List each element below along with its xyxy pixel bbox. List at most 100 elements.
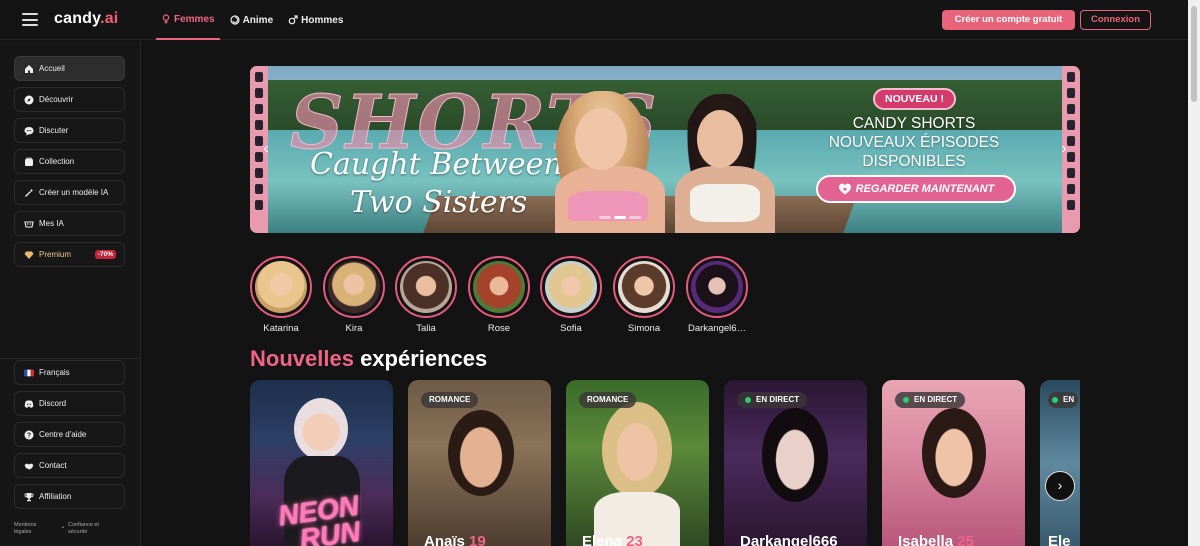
watch-now-button[interactable]: REGARDER MAINTENANT <box>816 175 1016 203</box>
banner-script-title: Caught Between Two Sisters <box>310 146 563 222</box>
sidebar: Accueil Découvrir Discuter Collection Cr… <box>0 41 141 546</box>
experience-card-isabella[interactable]: EN DIRECT Isabella 25 <box>882 380 1025 546</box>
sidebar-item-label: Créer un modèle IA <box>39 188 109 197</box>
card-portrait <box>602 402 672 498</box>
avatar <box>473 261 525 313</box>
card-name: Elena 23 <box>582 533 643 546</box>
sidebar-item-discuter[interactable]: Discuter <box>14 118 125 143</box>
story-rose[interactable]: Rose <box>468 256 530 334</box>
watch-now-label: REGARDER MAINTENANT <box>855 183 995 195</box>
signup-button[interactable]: Créer un compte gratuit <box>942 10 1075 30</box>
banner-prev-arrow[interactable]: ‹ <box>259 141 273 157</box>
pagination-dot[interactable] <box>599 216 611 219</box>
heart-lock-icon <box>838 183 851 195</box>
sidebar-item-premium[interactable]: Premium -70% <box>14 242 125 267</box>
carousel-next-button[interactable]: › <box>1045 471 1075 501</box>
trust-safety-link[interactable]: Confiance et sécurité <box>68 522 112 536</box>
language-select[interactable]: Français <box>14 360 125 385</box>
handshake-icon <box>24 461 34 471</box>
logo-accent: .ai <box>100 10 119 27</box>
sidebar-item-creer[interactable]: Créer un modèle IA <box>14 180 125 205</box>
scrollbar-thumb[interactable] <box>1191 6 1197 102</box>
sidebar-item-label: Mes IA <box>39 219 64 228</box>
help-icon: ? <box>24 430 34 440</box>
story-darkangel[interactable]: Darkangel6… <box>686 256 748 334</box>
live-dot-icon <box>903 397 909 403</box>
card-name: Anaïs 19 <box>424 533 486 546</box>
sidebar-item-label: Premium <box>39 250 72 259</box>
card-portrait <box>762 408 828 502</box>
page-scrollbar[interactable] <box>1188 0 1200 546</box>
story-ring <box>323 256 385 318</box>
card-name-text: Isabella <box>898 533 954 546</box>
tab-femmes-label: Femmes <box>174 13 215 25</box>
section-title-accent: Nouvelles <box>250 346 354 371</box>
tab-anime[interactable]: Anime <box>225 0 279 40</box>
sidebar-item-affiliation[interactable]: Affiliation <box>14 484 125 509</box>
tab-femmes[interactable]: Femmes <box>156 0 220 40</box>
card-portrait <box>922 408 986 498</box>
experience-card-neon-run[interactable]: NEON RUN <box>250 380 393 546</box>
card-age: 19 <box>469 533 486 546</box>
sidebar-item-decouvrir[interactable]: Découvrir <box>14 87 125 112</box>
sidebar-item-label: Discord <box>39 399 67 408</box>
experience-card-partial[interactable]: EN Ele <box>1040 380 1080 546</box>
logo[interactable]: candy.ai <box>54 10 118 28</box>
tag-label: ROMANCE <box>587 395 629 404</box>
card-name-text: Anaïs <box>424 533 465 546</box>
avatar <box>400 261 452 313</box>
tag-label: EN <box>1063 395 1075 404</box>
login-button[interactable]: Connexion <box>1080 10 1151 30</box>
sidebar-item-collection[interactable]: Collection <box>14 149 125 174</box>
banner-headline: CANDY SHORTS NOUVEAUX ÉPISODES DISPONIBL… <box>810 114 1018 171</box>
genre-tag: ROMANCE <box>579 392 637 408</box>
pagination-dot-active[interactable] <box>614 216 626 219</box>
story-ring <box>250 256 312 318</box>
sidebar-item-label: Discuter <box>39 126 69 135</box>
card-name-text: Ele <box>1048 533 1071 546</box>
sidebar-item-label: Accueil <box>39 64 65 73</box>
tag-label: EN DIRECT <box>914 395 958 404</box>
sidebar-item-label: Centre d'aide <box>39 430 87 439</box>
sidebar-item-accueil[interactable]: Accueil <box>14 56 125 81</box>
sidebar-item-mes-ia[interactable]: Mes IA <box>14 211 125 236</box>
story-name: Sofia <box>560 323 582 334</box>
live-tag: EN DIRECT <box>737 392 808 408</box>
card-name-text: Elena <box>582 533 623 546</box>
banner-line-1: CANDY SHORTS <box>852 115 976 132</box>
banner-next-arrow[interactable]: › <box>1057 141 1071 157</box>
pagination-dot[interactable] <box>629 216 641 219</box>
male-symbol-icon <box>288 15 298 25</box>
card-name: Isabella 25 <box>898 533 974 546</box>
legal-notice-link[interactable]: Mentions légales <box>14 522 44 536</box>
sidebar-divider <box>0 358 140 359</box>
card-portrait <box>448 410 514 496</box>
menu-icon[interactable] <box>22 13 38 26</box>
card-name-text: Darkangel666 <box>740 533 838 546</box>
tab-hommes[interactable]: Hommes <box>283 0 348 40</box>
experience-card-anais[interactable]: ROMANCE Anaïs 19 <box>408 380 551 546</box>
story-kira[interactable]: Kira <box>323 256 385 334</box>
experience-card-darkangel666[interactable]: EN DIRECT Darkangel666 <box>724 380 867 546</box>
tag-label: EN DIRECT <box>756 395 800 404</box>
story-sofia[interactable]: Sofia <box>540 256 602 334</box>
sidebar-item-label: Contact <box>39 461 67 470</box>
sidebar-item-label: Découvrir <box>39 95 74 104</box>
story-name: Simona <box>627 323 661 334</box>
story-talia[interactable]: Talia <box>395 256 457 334</box>
script-line-2: Two Sisters <box>350 185 528 220</box>
sidebar-item-contact[interactable]: Contact <box>14 453 125 478</box>
story-katarina[interactable]: Katarina <box>250 256 312 334</box>
story-name: Darkangel6… <box>687 323 747 334</box>
chat-bubble-icon <box>24 126 34 136</box>
sidebar-item-discord[interactable]: Discord <box>14 391 125 416</box>
story-simona[interactable]: Simona <box>613 256 675 334</box>
banner-girl-2-face <box>697 110 743 168</box>
robot-icon <box>24 219 34 229</box>
experience-card-elena[interactable]: ROMANCE Elena 23 <box>566 380 709 546</box>
promo-banner[interactable]: SHORTS Caught Between Two Sisters NOUVEA… <box>250 66 1080 233</box>
sidebar-item-help[interactable]: ? Centre d'aide <box>14 422 125 447</box>
story-ring <box>395 256 457 318</box>
banner-line-2: NOUVEAUX ÉPISODES <box>828 134 1000 151</box>
compass-icon <box>24 95 34 105</box>
